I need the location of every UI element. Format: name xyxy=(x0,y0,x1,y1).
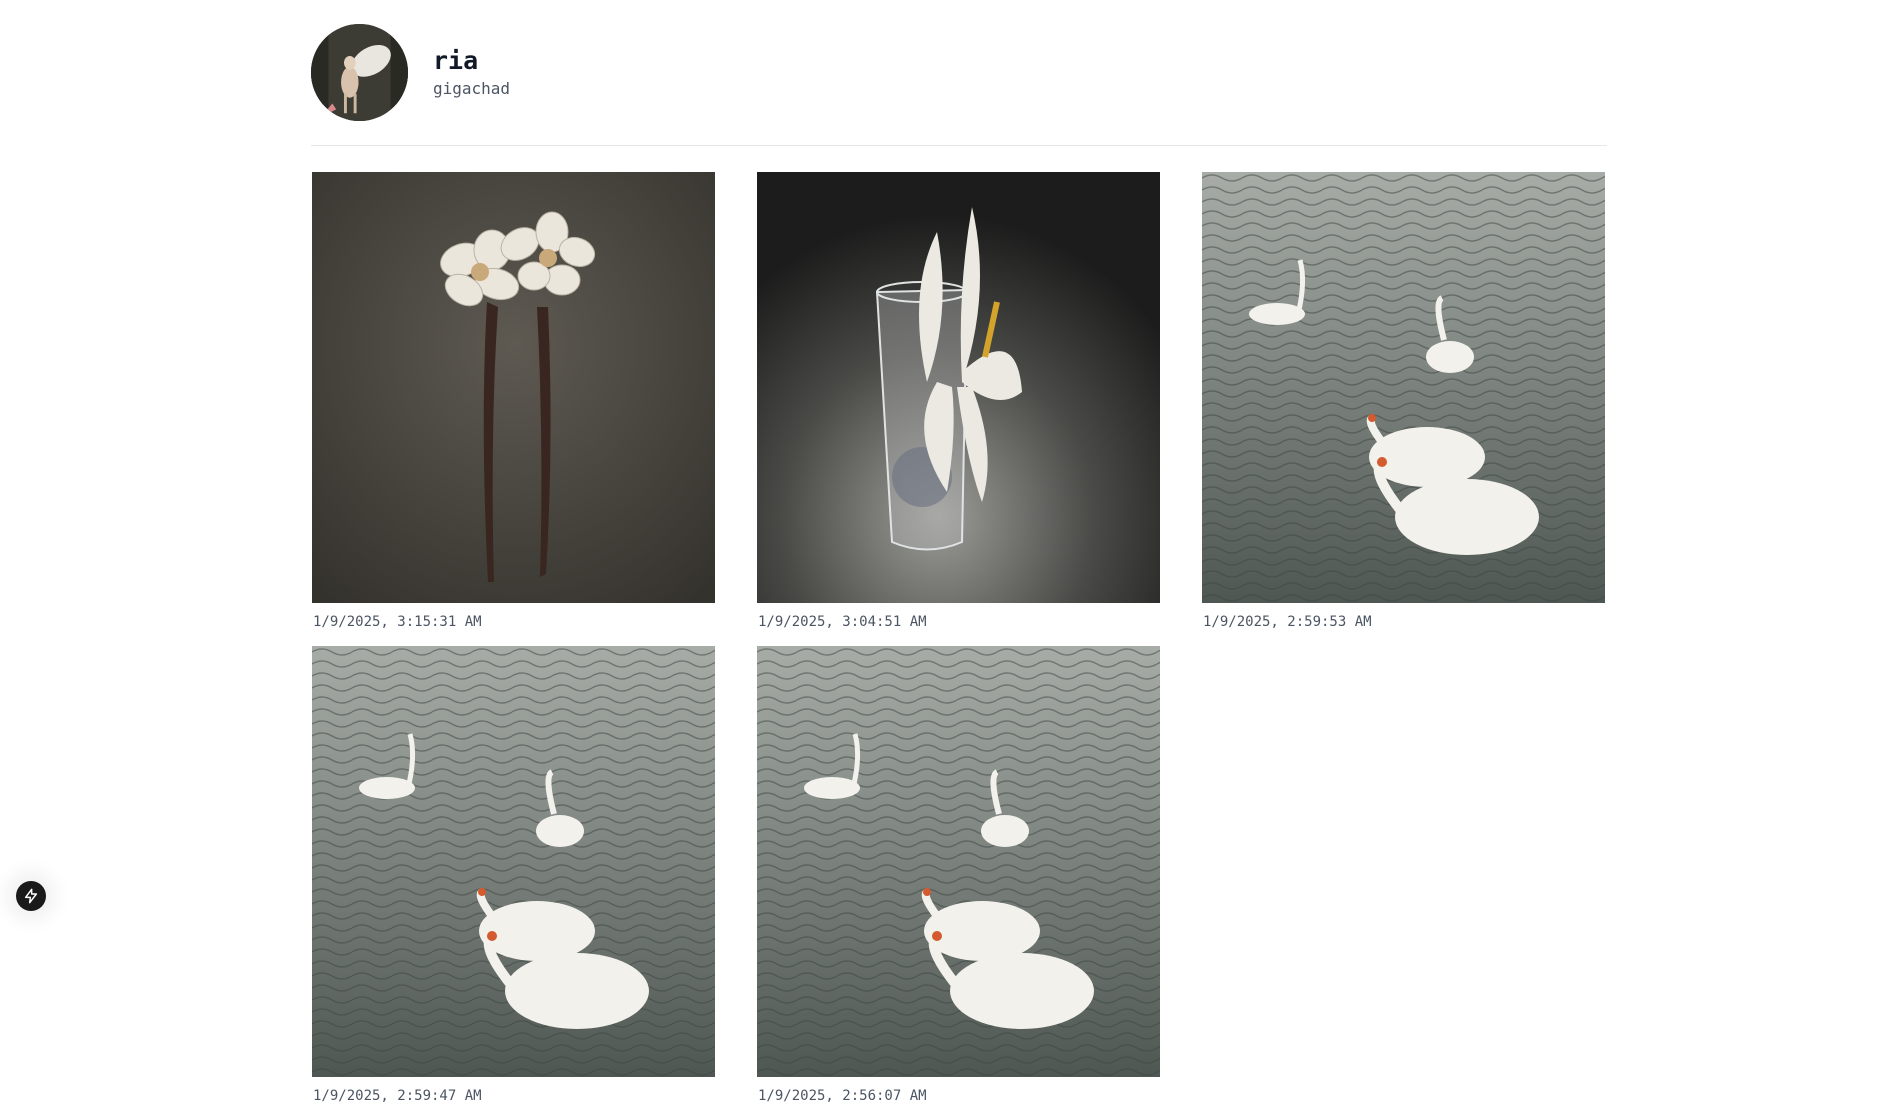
post-image[interactable] xyxy=(312,646,715,1077)
profile-page: ria gigachad 1/9/2025, 3:15:31 AM 1/9/20… xyxy=(311,0,1607,1104)
post-image[interactable] xyxy=(757,646,1160,1077)
post-card: 1/9/2025, 2:59:53 AM xyxy=(1202,172,1605,631)
post-card: 1/9/2025, 3:15:31 AM xyxy=(312,172,715,631)
post-image[interactable] xyxy=(312,172,715,603)
lightning-icon xyxy=(24,888,38,904)
profile-username: gigachad xyxy=(433,78,511,98)
post-timestamp: 1/9/2025, 2:59:47 AM xyxy=(313,1088,482,1104)
avatar[interactable] xyxy=(311,24,408,121)
photo-grid: 1/9/2025, 3:15:31 AM 1/9/2025, 3:04:51 A… xyxy=(311,146,1607,1104)
post-card: 1/9/2025, 2:59:47 AM xyxy=(312,646,715,1105)
profile-header: ria gigachad xyxy=(311,0,1607,146)
avatar-image xyxy=(311,24,408,121)
post-card: 1/9/2025, 2:56:07 AM xyxy=(757,646,1160,1105)
post-image[interactable] xyxy=(757,172,1160,603)
post-timestamp: 1/9/2025, 3:04:51 AM xyxy=(758,614,927,630)
profile-name: ria xyxy=(433,45,479,75)
post-timestamp: 1/9/2025, 2:56:07 AM xyxy=(758,1088,927,1104)
post-card: 1/9/2025, 3:04:51 AM xyxy=(757,172,1160,631)
quick-action-button[interactable] xyxy=(16,881,46,911)
post-timestamp: 1/9/2025, 3:15:31 AM xyxy=(313,614,482,630)
post-image[interactable] xyxy=(1202,172,1605,603)
post-timestamp: 1/9/2025, 2:59:53 AM xyxy=(1203,614,1372,630)
